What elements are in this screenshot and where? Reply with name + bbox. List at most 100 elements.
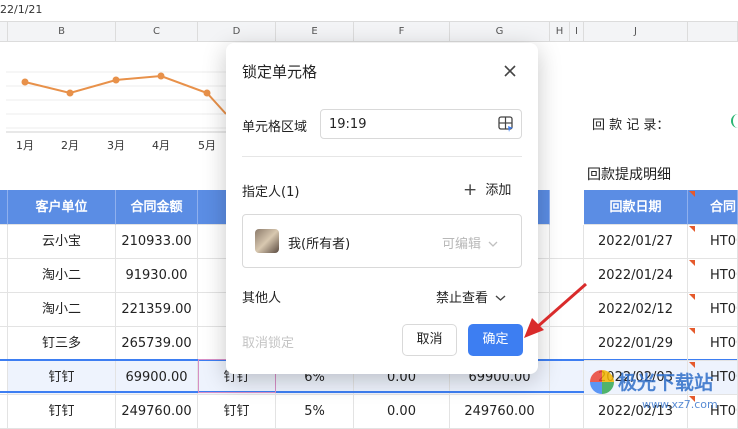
lock-cells-dialog: 锁定单元格 单元格区域 19:19 指定人(1) + 添加 我(所有者) 可编辑… [226, 43, 538, 374]
column-header-g[interactable]: G [450, 22, 550, 42]
table-cell-spacer[interactable] [550, 395, 584, 429]
cancel-button[interactable]: 取消 [402, 324, 457, 356]
chart-series-line [24, 74, 226, 115]
table-cell-business[interactable]: 钉钉 [198, 395, 276, 429]
row-edge-cell[interactable] [0, 293, 8, 327]
green-indicator [731, 114, 738, 128]
unlock-button[interactable]: 取消锁定 [242, 332, 294, 351]
red-arrow-annotation [524, 282, 587, 338]
right-table-header-contract[interactable]: 合同 [688, 190, 738, 225]
others-permission-select[interactable]: 禁止查看 [436, 287, 506, 306]
table-header-client[interactable]: 客户单位 [8, 190, 116, 225]
user-permission-select[interactable]: 可编辑 [442, 233, 498, 252]
chart-x-label-3: 3月 [107, 139, 125, 152]
comment-marker-icon [689, 191, 695, 197]
assigned-label: 指定人(1) [242, 185, 300, 200]
others-permission-value: 禁止查看 [436, 291, 489, 306]
table-cell-amount[interactable]: 265739.00 [116, 327, 198, 361]
range-input-value: 19:19 [329, 117, 367, 132]
watermark-logo-icon [590, 370, 614, 394]
right-table-cell-contract[interactable]: HT00 [688, 259, 738, 293]
right-table-header-date[interactable]: 回款日期 [584, 190, 688, 225]
assigned-user-box: 我(所有者) 可编辑 [242, 214, 522, 268]
chart-x-label-4: 4月 [152, 139, 170, 152]
date-cell-text: 22/1/21 [0, 3, 43, 16]
comment-marker-icon [689, 260, 695, 266]
row-edge-cell[interactable] [0, 327, 8, 361]
table-cell-client[interactable]: 钉钉 [8, 361, 116, 395]
table-cell-amount[interactable]: 91930.00 [116, 259, 198, 293]
chart-point-4 [157, 72, 165, 80]
table-cell-total[interactable]: 249760.00 [450, 395, 550, 429]
right-table-cell-date[interactable]: 2022/01/27 [584, 225, 688, 259]
range-input[interactable]: 19:19 [320, 109, 522, 139]
table-cell-amount[interactable]: 221359.00 [116, 293, 198, 327]
comment-marker-icon [689, 328, 695, 334]
comment-marker-icon [689, 226, 695, 232]
chart-point-1 [21, 78, 29, 86]
comment-marker-icon [689, 294, 695, 300]
plus-icon: + [463, 180, 478, 200]
table-cell-client[interactable]: 云小宝 [8, 225, 116, 259]
table-cell-client[interactable]: 钉钉 [8, 395, 116, 429]
column-header-k[interactable] [688, 22, 738, 42]
row-edge-cell[interactable] [0, 225, 8, 259]
add-person-button[interactable]: + 添加 [463, 179, 512, 200]
right-table-cell-date[interactable]: 2022/01/29 [584, 327, 688, 361]
column-header-j[interactable]: J [584, 22, 688, 42]
column-header-e[interactable]: E [276, 22, 354, 42]
column-header-i[interactable]: I [570, 22, 584, 42]
right-table-cell-date[interactable]: 2022/01/24 [584, 259, 688, 293]
table-cell-client[interactable]: 淘小二 [8, 259, 116, 293]
chart-point-3 [112, 76, 120, 84]
watermark-url: www.xz7.com [642, 398, 718, 411]
chevron-down-icon [495, 295, 506, 301]
chevron-down-icon [488, 241, 498, 247]
close-icon[interactable] [499, 60, 521, 82]
table-header-amount[interactable]: 合同金额 [116, 190, 198, 225]
others-label: 其他人 [242, 291, 282, 306]
column-header-b[interactable]: B [8, 22, 116, 42]
column-header-blank[interactable] [0, 22, 8, 42]
table-header-left-edge [0, 190, 8, 225]
table-cell-amount[interactable]: 210933.00 [116, 225, 198, 259]
dialog-divider [242, 156, 522, 157]
table-cell-spacer[interactable] [550, 225, 584, 259]
chart-x-label-2: 2月 [61, 139, 79, 152]
table-cell-deduction[interactable]: 0.00 [354, 395, 450, 429]
table-cell-spacer[interactable] [550, 361, 584, 395]
watermark: 极光下载站 www.xz7.com [590, 366, 738, 418]
chart-point-5 [203, 89, 211, 97]
right-table-cell-date[interactable]: 2022/02/12 [584, 293, 688, 327]
table-cell-client[interactable]: 钉三多 [8, 327, 116, 361]
right-table-cell-contract[interactable]: HT00 [688, 225, 738, 259]
column-header-c[interactable]: C [116, 22, 198, 42]
row-edge-cell[interactable] [0, 395, 8, 429]
column-header-f[interactable]: F [354, 22, 450, 42]
user-avatar [255, 229, 279, 253]
line-chart: 1月 2月 3月 4月 5月 [6, 71, 226, 152]
range-label: 单元格区域 [242, 120, 308, 135]
user-permission-value: 可编辑 [442, 237, 482, 252]
user-name: 我(所有者) [288, 237, 351, 252]
chart-point-2 [66, 89, 74, 97]
right-table-cell-contract[interactable]: HT00 [688, 293, 738, 327]
table-cell-amount[interactable]: 249760.00 [116, 395, 198, 429]
chart-x-label-1: 1月 [16, 139, 34, 152]
detail-title: 回款提成明细 [587, 167, 671, 183]
watermark-text: 极光下载站 [618, 372, 714, 394]
table-cell-rate[interactable]: 5% [276, 395, 354, 429]
right-table-cell-contract[interactable]: HT00 [688, 327, 738, 361]
select-range-icon[interactable] [498, 116, 514, 132]
record-label: 回 款 记 录： [592, 118, 670, 133]
table-cell-amount[interactable]: 69900.00 [116, 361, 198, 395]
column-header-d[interactable]: D [198, 22, 276, 42]
add-person-label: 添加 [485, 183, 512, 198]
row-edge-cell[interactable] [0, 361, 8, 395]
table-cell-client[interactable]: 淘小二 [8, 293, 116, 327]
date-cell-bar: 22/1/21 [0, 0, 738, 22]
dialog-title: 锁定单元格 [242, 63, 318, 81]
chart-x-label-5: 5月 [198, 139, 216, 152]
row-edge-cell[interactable] [0, 259, 8, 293]
column-header-h[interactable]: H [550, 22, 570, 42]
